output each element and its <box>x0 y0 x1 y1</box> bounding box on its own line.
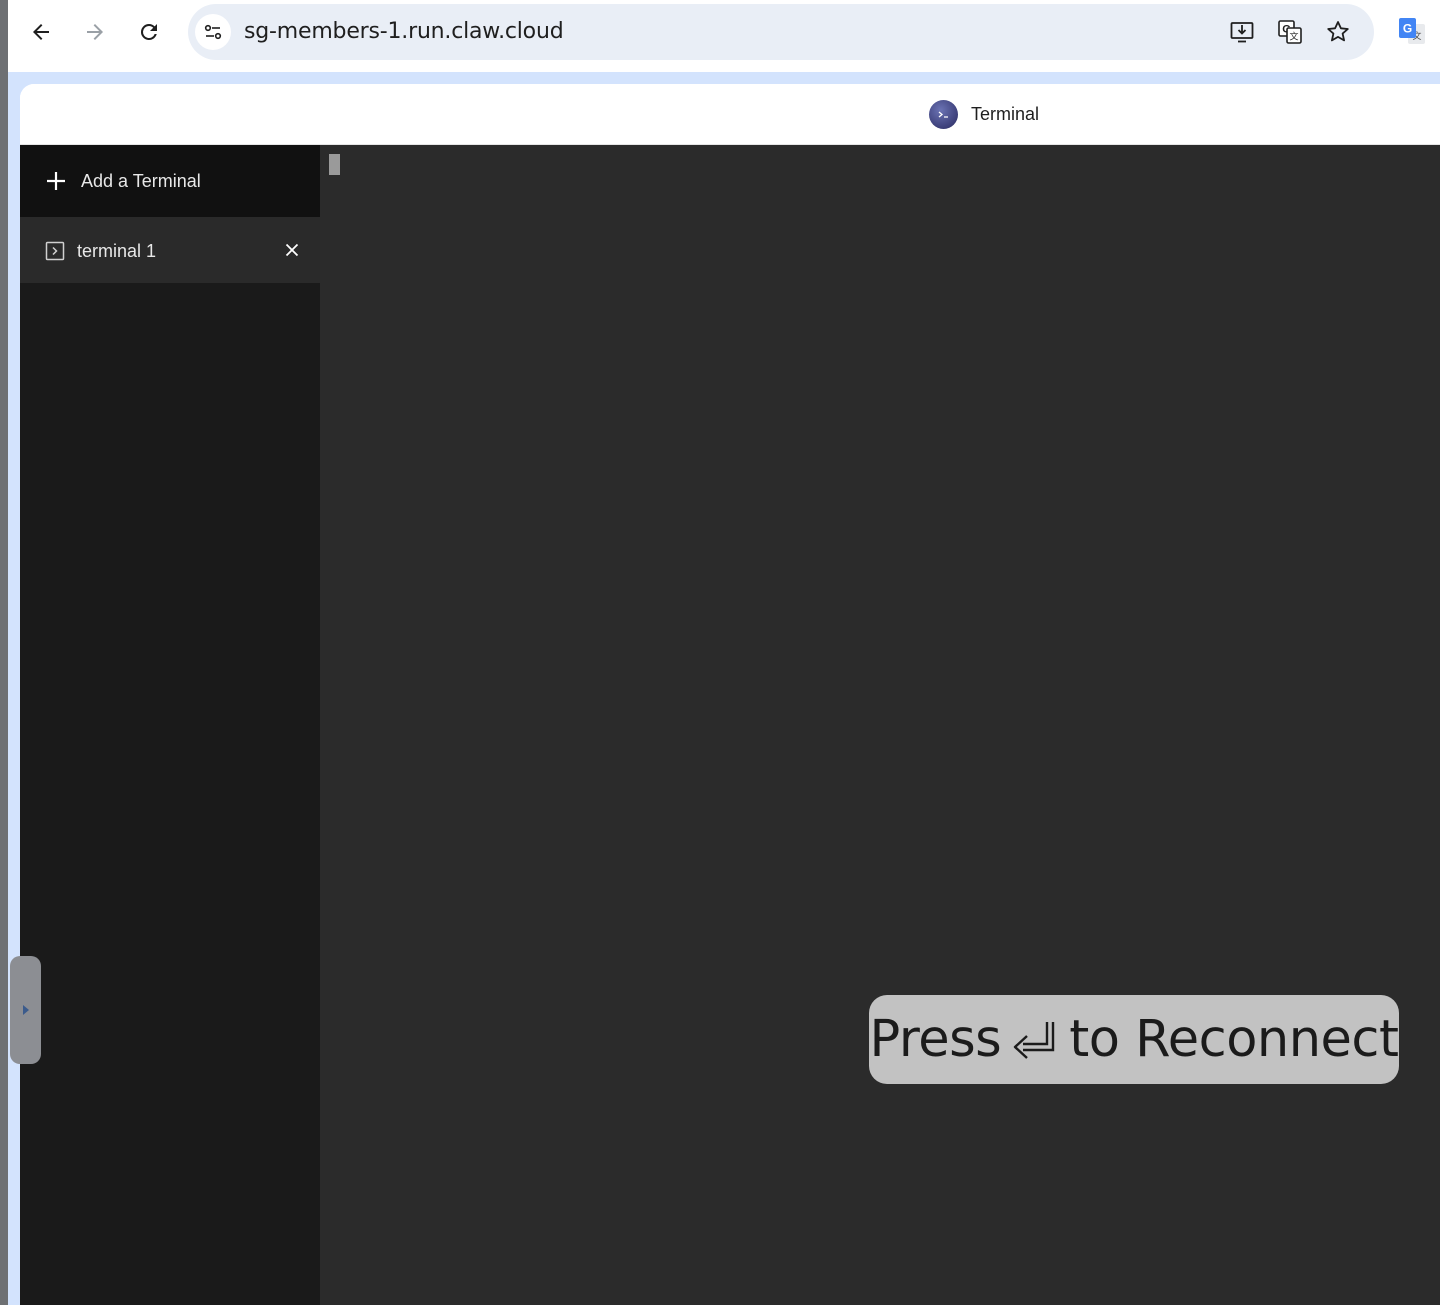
reload-button[interactable] <box>129 12 169 52</box>
forward-button[interactable] <box>75 12 115 52</box>
bookmark-button[interactable] <box>1322 16 1354 48</box>
add-terminal-button[interactable]: Add a Terminal <box>20 145 320 217</box>
translate-button[interactable]: G 文 <box>1274 16 1306 48</box>
app-title: Terminal <box>971 104 1040 124</box>
reconnect-press-text: Press <box>869 1009 1002 1069</box>
page-content: Terminal Add a Terminal terminal 1 Press <box>20 84 1440 1305</box>
browser-toolbar: sg-members-1.run.claw.cloud G 文 <box>0 0 1440 72</box>
terminal-sidebar: Add a Terminal terminal 1 <box>20 145 320 1305</box>
chevron-right-icon <box>22 1005 29 1015</box>
translate-icon: G 文 <box>1278 20 1302 44</box>
enter-key-icon <box>1014 1021 1055 1059</box>
close-icon[interactable] <box>282 240 302 260</box>
terminal-item-label: terminal 1 <box>77 241 157 261</box>
address-bar[interactable]: sg-members-1.run.claw.cloud G 文 <box>188 4 1374 60</box>
svg-text:G: G <box>1403 22 1412 36</box>
add-terminal-label: Add a Terminal <box>81 171 201 191</box>
sidebar-item-terminal-1[interactable]: terminal 1 <box>20 217 320 283</box>
plus-icon <box>47 172 65 190</box>
arrow-left-icon <box>33 24 49 40</box>
google-translate-extension-icon[interactable]: 文 G <box>1398 16 1426 46</box>
terminal-screen[interactable]: Press to Reconnect <box>320 145 1440 1305</box>
svg-text:文: 文 <box>1289 31 1298 43</box>
side-panel-handle[interactable] <box>10 956 41 1064</box>
site-info-button[interactable] <box>195 14 231 50</box>
reconnect-rest-text: to Reconnect <box>1069 1009 1399 1069</box>
url-text[interactable]: sg-members-1.run.claw.cloud <box>244 4 564 60</box>
app-header: Terminal <box>20 84 1440 145</box>
window-left-edge <box>0 0 8 1305</box>
terminal-icon <box>45 241 65 261</box>
tune-icon <box>204 24 222 40</box>
back-button[interactable] <box>21 12 61 52</box>
install-app-icon <box>1230 22 1254 43</box>
install-app-button[interactable] <box>1226 16 1258 48</box>
reconnect-overlay[interactable]: Press to Reconnect <box>869 995 1399 1084</box>
arrow-right-icon <box>87 24 103 40</box>
terminal-cursor <box>329 154 340 175</box>
bookmark-star-icon <box>1327 21 1349 42</box>
terminal-logo-icon <box>929 100 958 129</box>
reload-icon <box>140 23 157 40</box>
